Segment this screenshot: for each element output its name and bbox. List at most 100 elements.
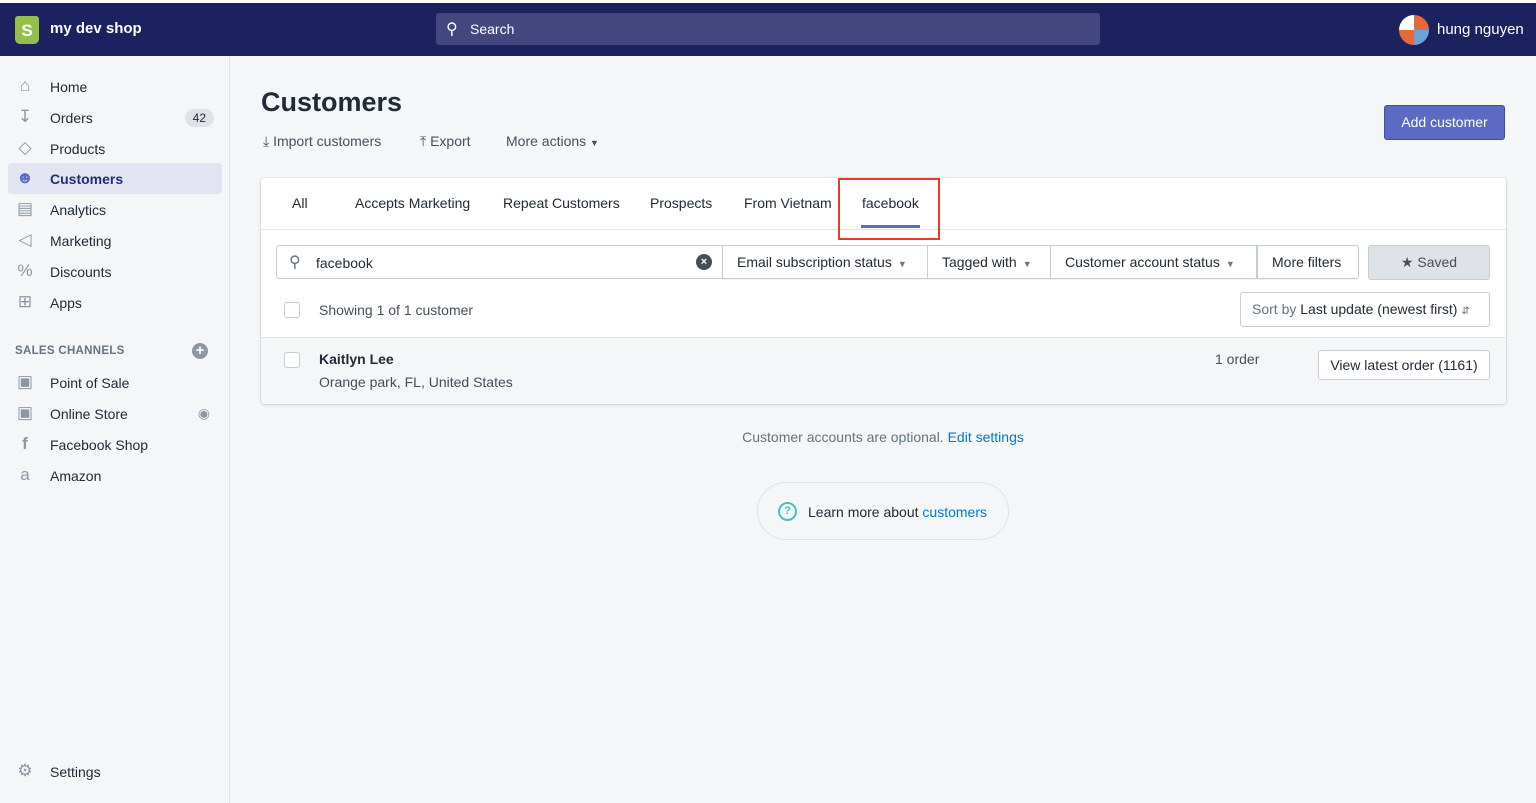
sidebar-item-label: Discounts [50,264,112,280]
customer-location: Orange park, FL, United States [319,374,513,390]
clear-search-icon[interactable]: × [696,254,712,270]
tab-from-vietnam[interactable]: From Vietnam [744,195,832,211]
user-name[interactable]: hung nguyen [1437,21,1524,38]
sidebar-item-label: Online Store [50,406,128,422]
saved-button[interactable]: ★ Saved [1368,245,1490,280]
search-icon: ⚲ [446,21,458,38]
search-value: facebook [316,255,373,271]
sidebar-item-orders[interactable]: ↧ Orders 42 [8,102,222,133]
edit-settings-link[interactable]: Edit settings [948,429,1024,445]
tab-all[interactable]: All [292,195,308,211]
sidebar-item-discounts[interactable]: % Discounts [8,256,222,287]
home-icon: ⌂ [19,76,31,95]
search-placeholder: Search [470,21,515,37]
filter-label: Customer account status [1065,254,1220,270]
sidebar-item-apps[interactable]: ⊞ Apps [8,287,222,318]
orders-count-badge: 42 [184,109,214,127]
select-all-checkbox[interactable] [284,302,300,318]
saved-label: Saved [1417,254,1458,270]
note-text: Customer accounts are optional. [742,429,944,445]
import-customers-button[interactable]: ⤓ Import customers [263,133,381,150]
sort-select[interactable]: Sort by Last update (newest first) ⇵ [1240,292,1490,327]
discount-icon: % [17,261,33,280]
sort-arrows-icon: ⇵ [1461,306,1470,317]
customers-help-link[interactable]: customers [922,504,987,520]
top-bar: S my dev shop ⚲ Search hung nguyen [0,0,1536,56]
more-filters-button[interactable]: More filters [1257,245,1359,279]
customer-name[interactable]: Kaitlyn Lee [319,351,394,367]
highlight-annotation-box [838,178,940,240]
learn-more-box: ? Learn more about customers [757,482,1009,540]
accounts-note: Customer accounts are optional. Edit set… [0,429,1536,445]
caret-down-icon: ▼ [1022,259,1032,269]
account-status-filter[interactable]: Customer account status ▼ [1050,245,1257,279]
export-label: Export [430,133,471,149]
caret-down-icon: ▼ [590,138,599,148]
sidebar-item-home[interactable]: ⌂ Home [8,71,222,102]
sidebar-item-analytics[interactable]: ▤ Analytics [8,194,222,225]
eye-icon[interactable]: ◉ [198,405,210,422]
sidebar-item-online-store[interactable]: ▣ Online Store ◉ [8,398,222,429]
more-actions-button[interactable]: More actions ▼ [506,133,599,149]
gear-icon: ⚙ [17,761,33,780]
page-title: Customers [261,87,403,117]
sidebar-item-label: Customers [50,171,124,187]
sidebar-item-label: Amazon [50,468,102,484]
apps-icon: ⊞ [17,292,33,311]
sort-prefix: Sort by [1252,301,1297,317]
more-actions-label: More actions [506,133,587,149]
sidebar-item-label: Marketing [50,233,112,249]
sidebar-item-label: Apps [50,295,82,311]
orders-icon: ↧ [17,107,33,126]
upload-icon: ⤒ [420,133,427,149]
shopify-logo-icon[interactable]: S [15,16,39,44]
sidebar-item-customers[interactable]: ☻ Customers [8,163,222,194]
tag-icon: ◇ [18,138,32,157]
add-customer-button[interactable]: Add customer [1384,105,1505,140]
view-latest-order-button[interactable]: View latest order (1161) [1318,350,1490,380]
sort-value: Last update (newest first) [1300,301,1458,317]
megaphone-icon: ◁ [18,230,32,249]
sidebar-item-amazon[interactable]: a Amazon [8,460,222,491]
sidebar-item-marketing[interactable]: ◁ Marketing [8,225,222,256]
filter-label: Tagged with [942,254,1017,270]
tab-prospects[interactable]: Prospects [650,195,712,211]
avatar[interactable] [1399,15,1429,45]
email-subscription-filter[interactable]: Email subscription status ▼ [722,245,928,279]
import-label: Import customers [273,133,382,149]
sales-channels-heading: SALES CHANNELS [15,345,125,357]
tagged-with-filter[interactable]: Tagged with ▼ [927,245,1051,279]
sidebar-item-label: Analytics [50,202,107,218]
customer-search-input[interactable]: ⚲ facebook × [276,245,723,279]
store-icon: ▣ [16,403,34,422]
download-icon: ⤓ [263,133,270,149]
learn-text: Learn more about [808,504,919,520]
pos-bag-icon: ▣ [16,372,34,391]
filter-label: Email subscription status [737,254,892,270]
sidebar-item-label: Home [50,79,88,95]
help-icon: ? [778,502,797,521]
person-icon: ☻ [16,168,34,187]
sidebar-item-label: Settings [50,764,101,780]
sidebar-item-settings[interactable]: ⚙ Settings [8,756,222,787]
amazon-icon: a [20,465,30,484]
sidebar-item-label: Products [50,141,106,157]
export-button[interactable]: ⤒ Export [420,133,471,150]
sidebar-item-products[interactable]: ◇ Products [8,133,222,164]
sidebar-item-label: Point of Sale [50,375,130,391]
caret-down-icon: ▼ [1225,259,1235,269]
bar-chart-icon: ▤ [16,199,34,218]
search-icon: ⚲ [289,254,301,271]
tab-repeat-customers[interactable]: Repeat Customers [503,195,620,211]
shop-name[interactable]: my dev shop [50,20,142,37]
tab-accepts-marketing[interactable]: Accepts Marketing [355,195,470,211]
table-row[interactable]: Kaitlyn Lee Orange park, FL, United Stat… [261,337,1506,404]
star-icon: ★ [1400,254,1414,270]
caret-down-icon: ▼ [897,259,907,269]
sidebar-item-point-of-sale[interactable]: ▣ Point of Sale [8,367,222,398]
customers-card: All Accepts Marketing Repeat Customers P… [261,178,1506,404]
row-checkbox[interactable] [284,352,300,368]
search-input[interactable]: ⚲ Search [436,13,1100,45]
add-sales-channel-icon[interactable]: + [192,343,208,359]
showing-count: Showing 1 of 1 customer [319,302,474,318]
